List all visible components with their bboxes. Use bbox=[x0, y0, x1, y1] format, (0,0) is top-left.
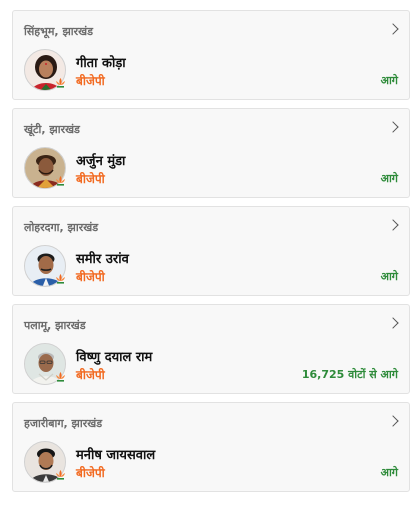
chevron-right-icon[interactable] bbox=[387, 23, 399, 35]
candidate-name: मनीष जायसवाल bbox=[76, 448, 156, 463]
results-list: सिंहभूम, झारखंड गीता कोड़ा बीजेपी आगे खू… bbox=[12, 10, 410, 500]
party-name: बीजेपी bbox=[76, 368, 105, 382]
constituency-label: लोहरदगा, झारखंड bbox=[24, 221, 99, 234]
lotus-icon bbox=[55, 371, 66, 383]
result-card[interactable]: लोहरदगा, झारखंड समीर उरांव बीजेपी आगे bbox=[12, 206, 410, 296]
chevron-right-icon[interactable] bbox=[387, 317, 399, 329]
result-card[interactable]: सिंहभूम, झारखंड गीता कोड़ा बीजेपी आगे bbox=[12, 10, 410, 100]
constituency-label: हजारीबाग, झारखंड bbox=[24, 417, 103, 430]
status-label: आगे bbox=[380, 466, 398, 479]
status-label: 16,725 वोटों से आगे bbox=[301, 368, 398, 381]
party-name: बीजेपी bbox=[76, 466, 105, 480]
result-card[interactable]: हजारीबाग, झारखंड मनीष जायसवाल बीजेपी आगे bbox=[12, 402, 410, 492]
status-label: आगे bbox=[380, 172, 398, 185]
party-name: बीजेपी bbox=[76, 270, 105, 284]
candidate-name: विष्णु दयाल राम bbox=[76, 350, 153, 365]
party-name: बीजेपी bbox=[76, 74, 105, 88]
lotus-icon bbox=[55, 77, 66, 89]
candidate-name: अर्जुन मुंडा bbox=[76, 154, 126, 169]
status-label: आगे bbox=[380, 270, 398, 283]
chevron-right-icon[interactable] bbox=[387, 121, 399, 133]
result-card[interactable]: खूंटी, झारखंड अर्जुन मुंडा बीजेपी आगे bbox=[12, 108, 410, 198]
chevron-right-icon[interactable] bbox=[387, 415, 399, 427]
constituency-label: पलामू, झारखंड bbox=[24, 319, 86, 332]
result-card[interactable]: पलामू, झारखंड विष्णु दयाल राम बीजेपी 16,… bbox=[12, 304, 410, 394]
party-name: बीजेपी bbox=[76, 172, 105, 186]
constituency-label: सिंहभूम, झारखंड bbox=[24, 25, 93, 38]
lotus-icon bbox=[55, 273, 66, 285]
lotus-icon bbox=[55, 175, 66, 187]
candidate-name: समीर उरांव bbox=[76, 252, 129, 267]
constituency-label: खूंटी, झारखंड bbox=[24, 123, 80, 136]
lotus-icon bbox=[55, 469, 66, 481]
chevron-right-icon[interactable] bbox=[387, 219, 399, 231]
status-label: आगे bbox=[380, 74, 398, 87]
candidate-name: गीता कोड़ा bbox=[76, 56, 126, 71]
